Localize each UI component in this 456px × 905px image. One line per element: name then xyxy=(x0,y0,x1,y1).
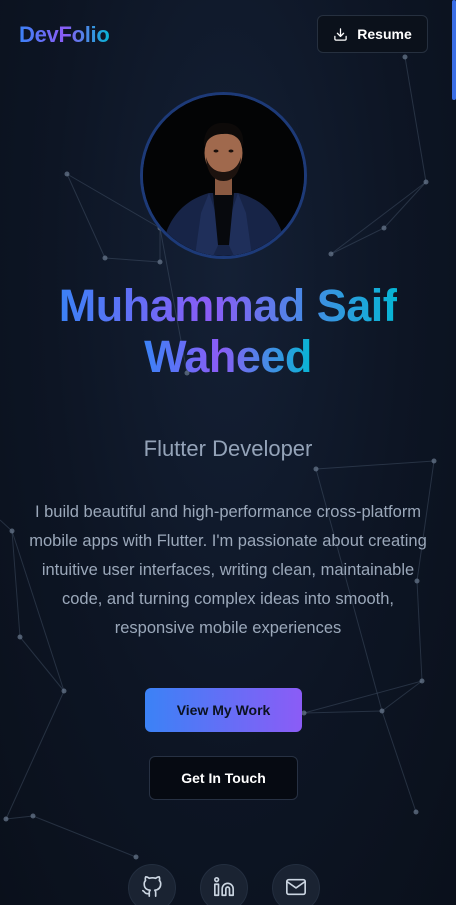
scrollbar-thumb[interactable] xyxy=(452,0,456,100)
github-icon xyxy=(142,876,162,897)
profile-photo xyxy=(143,95,304,256)
resume-button[interactable]: Resume xyxy=(317,15,428,53)
hero-name-line2: Waheed xyxy=(144,331,312,382)
view-my-work-button[interactable]: View My Work xyxy=(145,688,302,732)
email-link[interactable] xyxy=(272,864,320,905)
hero-name-line1: Muhammad Saif xyxy=(58,280,398,331)
hero-bio: I build beautiful and high-performance c… xyxy=(29,503,427,637)
resume-button-label: Resume xyxy=(357,26,412,42)
hero-role: Flutter Developer xyxy=(143,436,313,461)
github-link[interactable] xyxy=(128,864,176,905)
portfolio-page: DevFolio Resume Muhammad Saif Waheed Flu… xyxy=(0,0,456,905)
download-icon xyxy=(334,27,348,41)
hero-name: Muhammad Saif Waheed xyxy=(0,280,456,382)
get-in-touch-button[interactable]: Get In Touch xyxy=(149,756,298,800)
linkedin-icon xyxy=(214,877,234,897)
profile-avatar xyxy=(140,92,307,259)
mail-icon xyxy=(286,878,306,896)
linkedin-link[interactable] xyxy=(200,864,248,905)
site-logo[interactable]: DevFolio xyxy=(19,22,110,48)
